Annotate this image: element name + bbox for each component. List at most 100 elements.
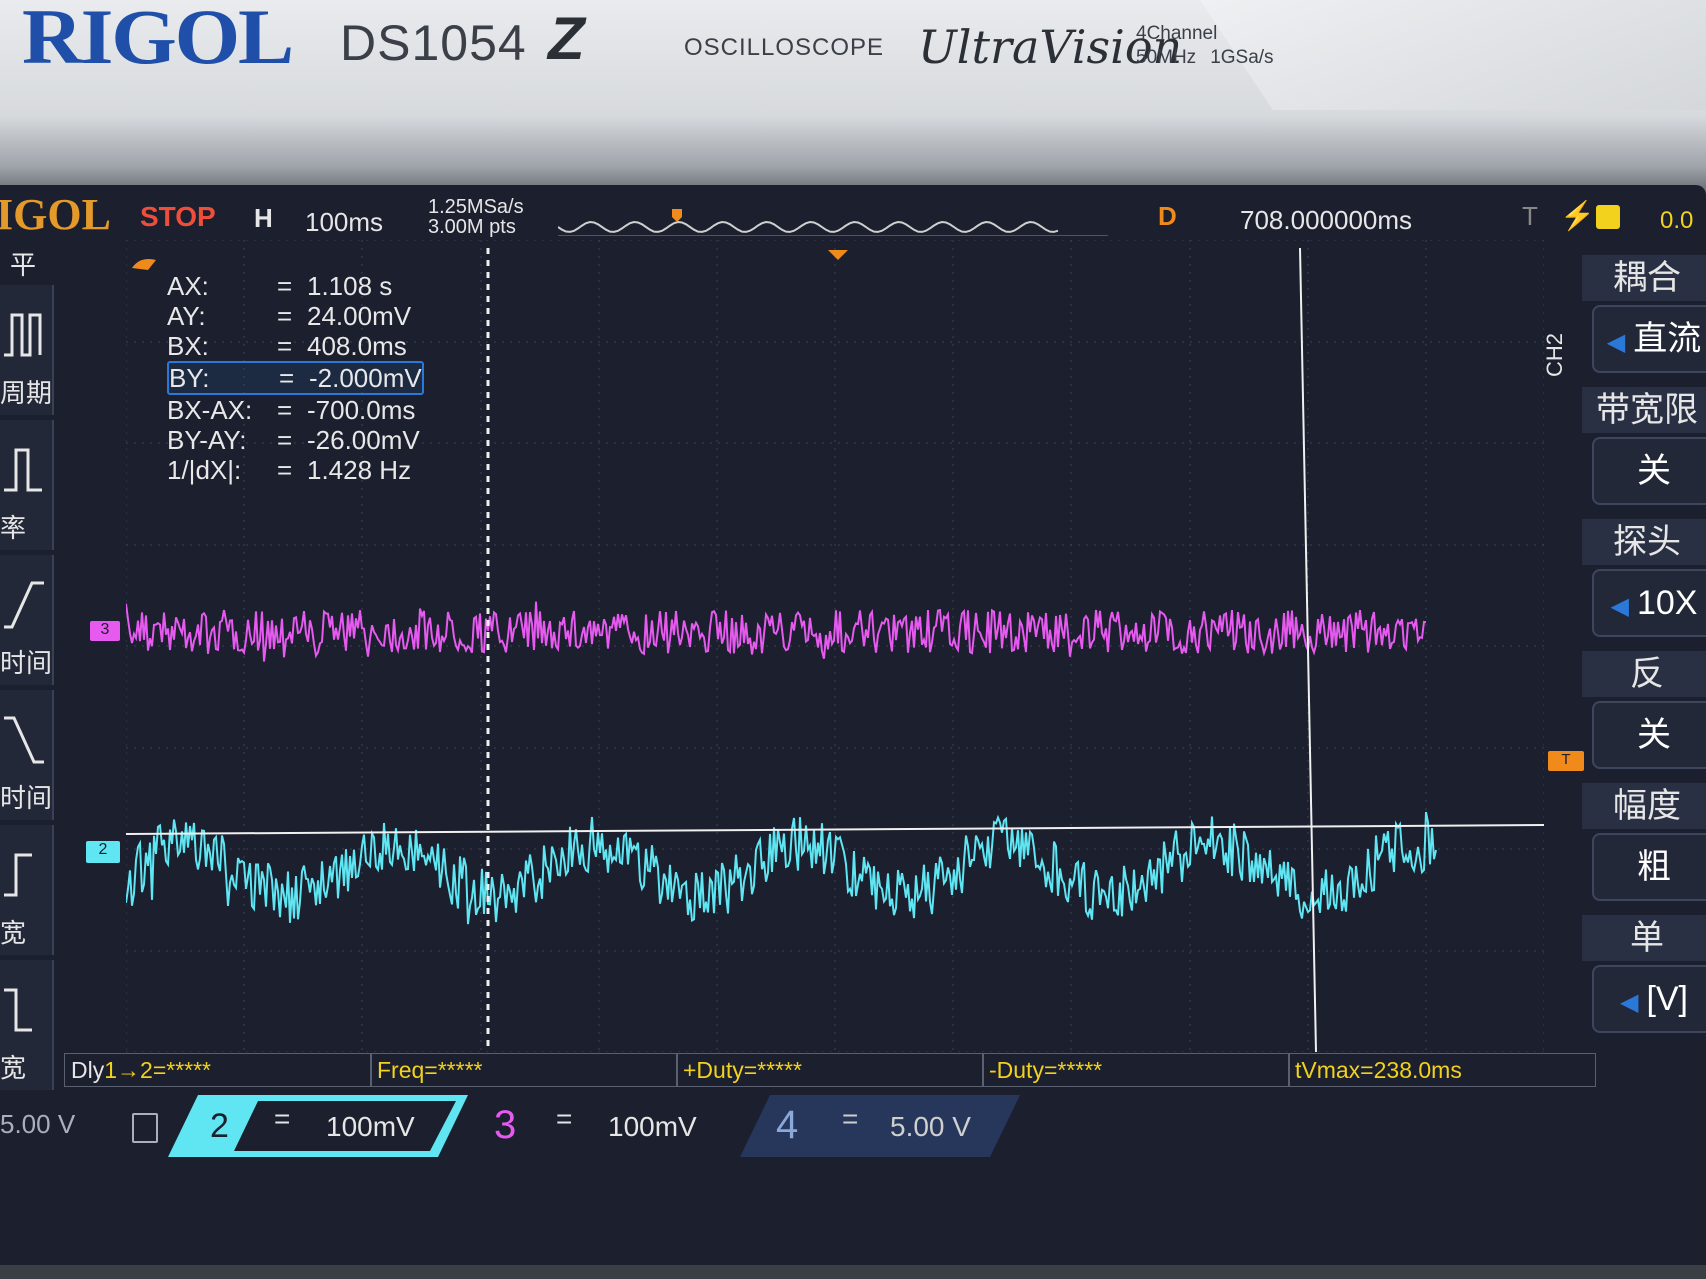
ch1-status-icon: [132, 1113, 158, 1143]
trigger-label: T: [1522, 201, 1538, 231]
coupling-option[interactable]: ◀ 直流: [1592, 305, 1706, 373]
trigger-position-icon: [672, 209, 682, 222]
model-suffix: Z: [548, 5, 585, 72]
meas-delay-value: 1→2=*****: [104, 1057, 212, 1083]
delay-value[interactable]: 708.000000ms: [1240, 205, 1412, 236]
cursor-label: BX-AX:: [167, 395, 253, 425]
trigger-level-marker[interactable]: T: [1548, 751, 1584, 771]
cursor-row: BY: = -2.000mV: [167, 361, 424, 395]
positive-width-icon: [4, 853, 32, 897]
bandwidth-option[interactable]: 关: [1592, 437, 1706, 505]
ch4-number: 4: [776, 1103, 799, 1147]
cursor-readout: AX: = 1.108 s AY: = 24.00mV BX: = 408.0ms BY: = -2.…: [167, 271, 424, 485]
menu-item-period[interactable]: 周期: [0, 285, 54, 415]
menu-label: 周期: [0, 378, 53, 408]
coupling-title: 耦合: [1582, 255, 1706, 301]
invert-title: 反: [1582, 651, 1706, 697]
cursor-equals: =: [277, 271, 293, 301]
cursor-value: -2.000mV: [309, 363, 422, 393]
timebase-value[interactable]: 100ms: [305, 207, 383, 238]
ch3-waveform: [126, 601, 1427, 662]
ch3-scale[interactable]: 100mV: [608, 1111, 697, 1143]
ch1-scale[interactable]: 5.00 V: [0, 1109, 75, 1140]
negative-width-icon: [4, 988, 32, 1032]
cursor-row: BX: = 408.0ms: [167, 331, 424, 361]
cursor-label: BY-AY:: [167, 425, 247, 455]
scale-title: 幅度: [1582, 783, 1706, 829]
trigger-level[interactable]: 0.0: [1660, 207, 1693, 235]
cursor-equals: =: [279, 363, 295, 393]
brand-logo: RIGOL: [22, 0, 294, 80]
cursor-value: 1.108 s: [307, 271, 393, 301]
menu-item-rise-time[interactable]: 时间: [0, 555, 54, 685]
ch2-waveform: [126, 811, 1437, 925]
scale-option[interactable]: 粗: [1592, 833, 1706, 901]
coupling-value: 直流: [1633, 320, 1702, 358]
meas-negative-duty[interactable]: -Duty=*****: [982, 1053, 1290, 1087]
channel-label: CH2: [1542, 333, 1567, 378]
spec-bandwidth: 50MHz: [1136, 47, 1197, 68]
display-screen: IGOL STOP H 100ms 1.25MSa/s 3.00M pts D …: [0, 185, 1706, 1265]
cursor-row: 1/|dX|: = 1.428 Hz: [167, 455, 424, 485]
trigger-source-icon: [1596, 205, 1620, 229]
cursor-row: AX: = 1.108 s: [167, 271, 424, 301]
cursor-equals: =: [277, 395, 293, 425]
ch3-number[interactable]: 3: [494, 1103, 516, 1148]
menu-item-positive-width[interactable]: 宽: [0, 825, 54, 955]
menu-label: 宽: [0, 1053, 27, 1083]
cursor-label: AY:: [167, 301, 206, 331]
meas-tvmax[interactable]: tVmax=238.0ms: [1288, 1053, 1596, 1087]
bandwidth-title: 带宽限: [1582, 387, 1706, 433]
pulse-rate-icon: [4, 448, 42, 492]
timebase-label: H: [254, 203, 273, 233]
spec-sample-rate: 1GSa/s: [1210, 47, 1274, 68]
trigger-time-marker-icon: [828, 250, 848, 260]
cursor-row: BY-AY: = -26.00mV: [167, 425, 424, 455]
measurement-bar: Dly1→2=***** Freq=***** +Duty=***** -Dut…: [64, 1053, 1596, 1087]
status-bar: IGOL STOP H 100ms 1.25MSa/s 3.00M pts D …: [0, 185, 1706, 240]
meas-freq[interactable]: Freq=*****: [370, 1053, 678, 1087]
model-name: DS1054: [340, 15, 527, 71]
sample-rate: 1.25MSa/s: [428, 196, 524, 218]
spec-channels: 4Channel: [1136, 23, 1218, 44]
menu-label: 率: [0, 513, 27, 543]
channel-bar: 5.00 V 2 = 100mV 3 = 100mV 4 = 5.00 V: [0, 1091, 1706, 1171]
meas-delay[interactable]: Dly1→2=*****: [64, 1053, 372, 1087]
ch4-equals: =: [842, 1103, 859, 1134]
ch2-offset-marker[interactable]: 2: [86, 841, 120, 863]
channel-menu: CH2 耦合 ◀ 直流 带宽限 关 探头 ◀ 10X 反 关 幅度 粗 单 ◀ [V]: [1542, 255, 1706, 1145]
cursor-value: -700.0ms: [307, 395, 416, 425]
invert-option[interactable]: 关: [1592, 701, 1706, 769]
meas-positive-duty[interactable]: +Duty=*****: [676, 1053, 984, 1087]
run-state[interactable]: STOP: [140, 201, 216, 233]
cursor-value: -26.00mV: [307, 425, 420, 455]
cursor-row: AY: = 24.00mV: [167, 301, 424, 331]
memory-depth: 3.00M pts: [428, 216, 516, 238]
cursor-arrow-icon: [132, 259, 156, 270]
rise-time-icon: [4, 581, 44, 629]
delay-label: D: [1158, 201, 1177, 231]
menu-top-label: 平: [10, 250, 37, 280]
screen-logo: IGOL: [0, 190, 111, 239]
unit-option[interactable]: ◀ [V]: [1592, 965, 1706, 1033]
cursor-value: 1.428 Hz: [307, 455, 412, 485]
cursor-label: BY:: [169, 363, 210, 393]
ch2-number: 2: [210, 1107, 229, 1145]
menu-item-fall-time[interactable]: 时间: [0, 690, 54, 820]
probe-option[interactable]: ◀ 10X: [1592, 569, 1706, 637]
pulse-period-icon: [4, 313, 42, 357]
cursor-value: 24.00mV: [307, 301, 412, 331]
ch3-offset-marker[interactable]: 3: [90, 621, 120, 641]
menu-label: 时间: [0, 783, 53, 813]
cursor-equals: =: [277, 301, 293, 331]
menu-item-rate[interactable]: 率: [0, 420, 54, 550]
cursor-equals: =: [277, 331, 293, 361]
menu-label: 宽: [0, 918, 27, 948]
cursor-equals: =: [277, 455, 293, 485]
edge-trigger-icon: ⚡: [1560, 200, 1595, 231]
acquisition-info: 1.25MSa/s 3.00M pts: [428, 197, 524, 237]
menu-item-negative-width[interactable]: 宽: [0, 960, 54, 1090]
triangle-left-icon: ◀: [1610, 593, 1629, 620]
cursor-equals: =: [277, 425, 293, 455]
probe-value: 10X: [1636, 584, 1698, 622]
